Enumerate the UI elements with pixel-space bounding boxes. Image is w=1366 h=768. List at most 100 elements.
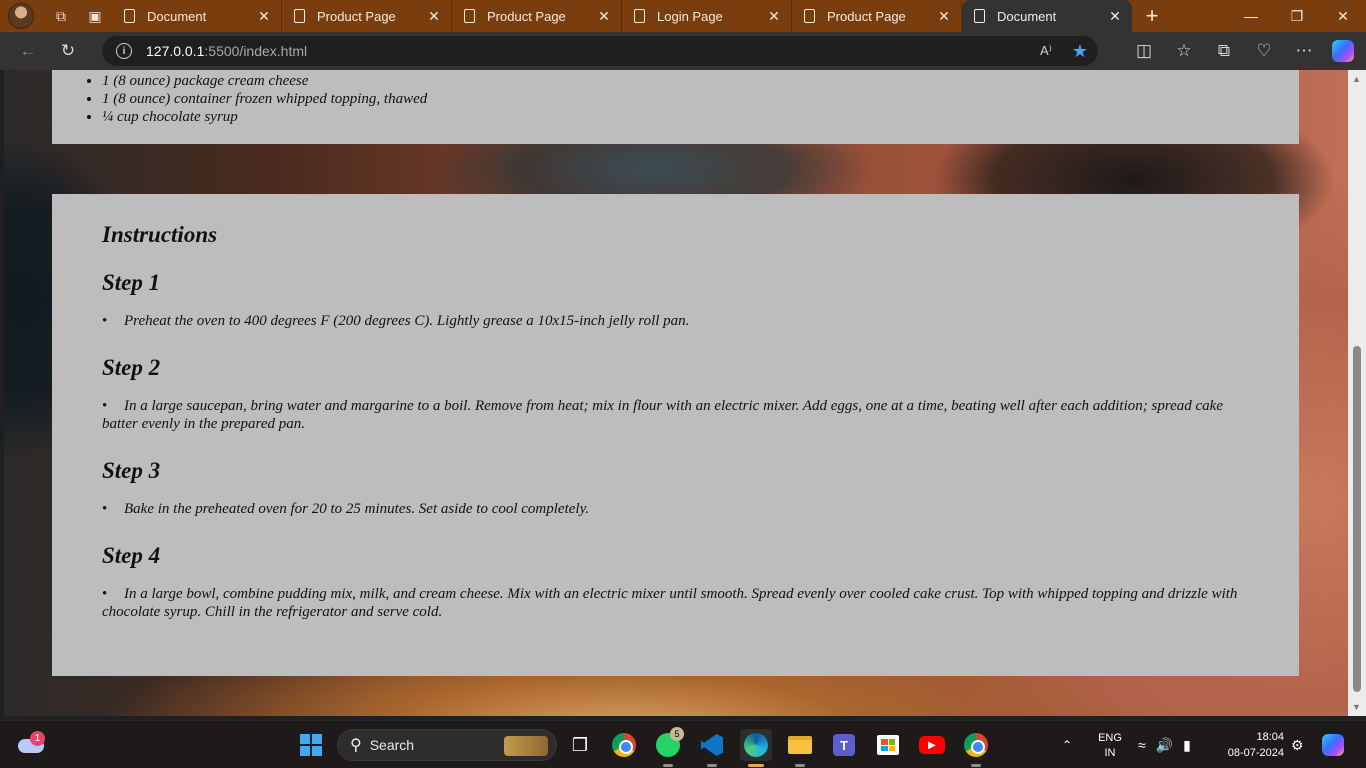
page-icon	[124, 9, 135, 23]
tab-login-page[interactable]: Login Page ✕	[622, 0, 792, 32]
tab-label: Login Page	[657, 8, 723, 24]
instructions-card: Instructions Step 1 • Preheat the oven to…	[52, 194, 1299, 676]
running-indicator	[795, 764, 805, 767]
tab-strip: ⧉ ▣ Document ✕ Product Page ✕ Product Pa…	[0, 0, 1366, 32]
step-text: • Preheat the oven to 400 degrees F (200 …	[102, 313, 690, 329]
close-tab-icon[interactable]: ✕	[937, 8, 951, 25]
chrome-app[interactable]	[608, 729, 640, 761]
chrome-profile-app[interactable]	[960, 729, 992, 767]
close-tab-icon[interactable]: ✕	[1108, 8, 1122, 25]
tab-actions-icon[interactable]: ▣	[78, 0, 112, 32]
tab-document-active[interactable]: Document ✕	[962, 0, 1132, 32]
windows-taskbar: 1 ⚲ Search ❐ 5 T ▶ ⌃ ENG IN ≈ 🔊 ▮ 18:04 …	[0, 720, 1366, 768]
search-label: Search	[369, 737, 415, 753]
file-explorer-app[interactable]	[784, 729, 816, 767]
workspaces-icon[interactable]: ⧉	[44, 0, 78, 32]
scroll-up-icon[interactable]: ▲	[1352, 74, 1361, 84]
system-tray[interactable]: ≈ 🔊 ▮	[1138, 721, 1191, 768]
minimize-icon[interactable]: —	[1228, 0, 1274, 32]
whatsapp-badge: 5	[670, 727, 684, 741]
teams-app[interactable]: T	[828, 729, 860, 761]
tab-label: Product Page	[487, 8, 566, 24]
close-tab-icon[interactable]: ✕	[257, 8, 271, 25]
back-icon[interactable]: ←	[8, 32, 48, 70]
ingredient-item: 1 (8 ounce) package cream cheese	[102, 72, 427, 90]
tab-label: Product Page	[827, 8, 906, 24]
ingredients-card: 1 (8 ounce) package cream cheese 1 (8 ou…	[52, 70, 1299, 144]
address-bar[interactable]: i 127.0.0.1:5500/index.html A⁾ ★	[102, 36, 1098, 66]
wifi-icon: ≈	[1138, 737, 1146, 753]
chrome-icon	[964, 733, 988, 757]
close-tab-icon[interactable]: ✕	[597, 8, 611, 25]
close-tab-icon[interactable]: ✕	[427, 8, 441, 25]
show-hidden-icons[interactable]: ⌃	[1062, 721, 1072, 768]
step-title: Step 3	[102, 458, 161, 483]
tab-product-page-1[interactable]: Product Page ✕	[282, 0, 452, 32]
task-view-icon[interactable]: ❐	[564, 729, 596, 761]
taskbar-search[interactable]: ⚲ Search	[337, 729, 557, 761]
profile-avatar[interactable]	[8, 3, 34, 29]
language-code: ENG	[1098, 732, 1122, 744]
clock-date: 08-07-2024	[1227, 747, 1284, 759]
read-aloud-icon[interactable]: A⁾	[1040, 43, 1052, 59]
tab-product-page-2[interactable]: Product Page ✕	[452, 0, 622, 32]
copilot-icon	[1322, 734, 1344, 756]
language-region: IN	[1104, 747, 1116, 759]
store-icon	[877, 735, 899, 755]
more-menu-icon[interactable]: ⋯	[1284, 32, 1324, 70]
search-highlight-image	[504, 736, 548, 756]
weather-widget[interactable]: 1	[18, 731, 46, 755]
step-text: • In a large bowl, combine pudding mix, m…	[102, 586, 1238, 620]
ingredient-item: 1 (8 ounce) container frozen whipped top…	[102, 90, 427, 108]
tab-product-page-3[interactable]: Product Page ✕	[792, 0, 962, 32]
start-button[interactable]	[295, 729, 327, 761]
browser-essentials-icon[interactable]: ♡	[1244, 32, 1284, 70]
active-indicator	[748, 764, 764, 767]
running-indicator	[971, 764, 981, 767]
youtube-app[interactable]: ▶	[916, 729, 948, 761]
step-text: • In a large saucepan, bring water and ma…	[102, 398, 1223, 432]
refresh-icon[interactable]: ↻	[48, 32, 88, 70]
url-path: :5500/index.html	[204, 43, 308, 59]
copilot-icon[interactable]	[1332, 40, 1354, 62]
search-icon: ⚲	[350, 737, 362, 754]
close-tab-icon[interactable]: ✕	[767, 8, 781, 25]
page-icon	[464, 9, 475, 23]
tab-label: Document	[997, 8, 1057, 24]
close-window-icon[interactable]: ✕	[1320, 0, 1366, 32]
vscode-app[interactable]	[696, 729, 728, 767]
tab-label: Product Page	[317, 8, 396, 24]
step-2: Step 2 • In a large saucepan, bring water…	[102, 355, 1252, 433]
page-icon	[804, 9, 815, 23]
favorite-star-icon[interactable]: ★	[1072, 41, 1088, 62]
step-4: Step 4 • In a large bowl, combine pudding…	[102, 543, 1252, 621]
edge-app[interactable]	[740, 729, 772, 767]
clock[interactable]: 18:04 08-07-2024	[1220, 729, 1284, 761]
collections-icon[interactable]: ⧉	[1204, 32, 1244, 70]
teams-icon: T	[833, 734, 855, 756]
language-indicator[interactable]: ENG IN	[1097, 731, 1123, 761]
settings-icon[interactable]: ⚙	[1291, 721, 1304, 768]
page-icon	[634, 9, 645, 23]
weather-badge: 1	[30, 731, 45, 746]
step-title: Step 1	[102, 270, 161, 295]
store-app[interactable]	[872, 729, 904, 761]
copilot-taskbar-button[interactable]	[1322, 721, 1344, 768]
browser-toolbar: ← ↻ i 127.0.0.1:5500/index.html A⁾ ★ ◫ ☆…	[0, 32, 1366, 70]
split-screen-icon[interactable]: ◫	[1124, 32, 1164, 70]
scroll-down-icon[interactable]: ▼	[1352, 702, 1361, 712]
restore-icon[interactable]: ❐	[1274, 0, 1320, 32]
favorites-icon[interactable]: ☆	[1164, 32, 1204, 70]
youtube-icon: ▶	[919, 736, 945, 754]
whatsapp-app[interactable]: 5	[652, 727, 684, 767]
page-scrollbar[interactable]: ▲ ▼	[1348, 70, 1366, 716]
step-text: • Bake in the preheated oven for 20 to 25…	[102, 501, 590, 517]
url-host: 127.0.0.1	[146, 43, 205, 59]
scrollbar-thumb[interactable]	[1353, 346, 1361, 692]
site-info-icon[interactable]: i	[116, 43, 132, 59]
step-title: Step 2	[102, 355, 161, 380]
step-title: Step 4	[102, 543, 161, 568]
clock-time: 18:04	[1256, 731, 1284, 743]
new-tab-button[interactable]: +	[1132, 0, 1172, 32]
tab-document-1[interactable]: Document ✕	[112, 0, 282, 32]
